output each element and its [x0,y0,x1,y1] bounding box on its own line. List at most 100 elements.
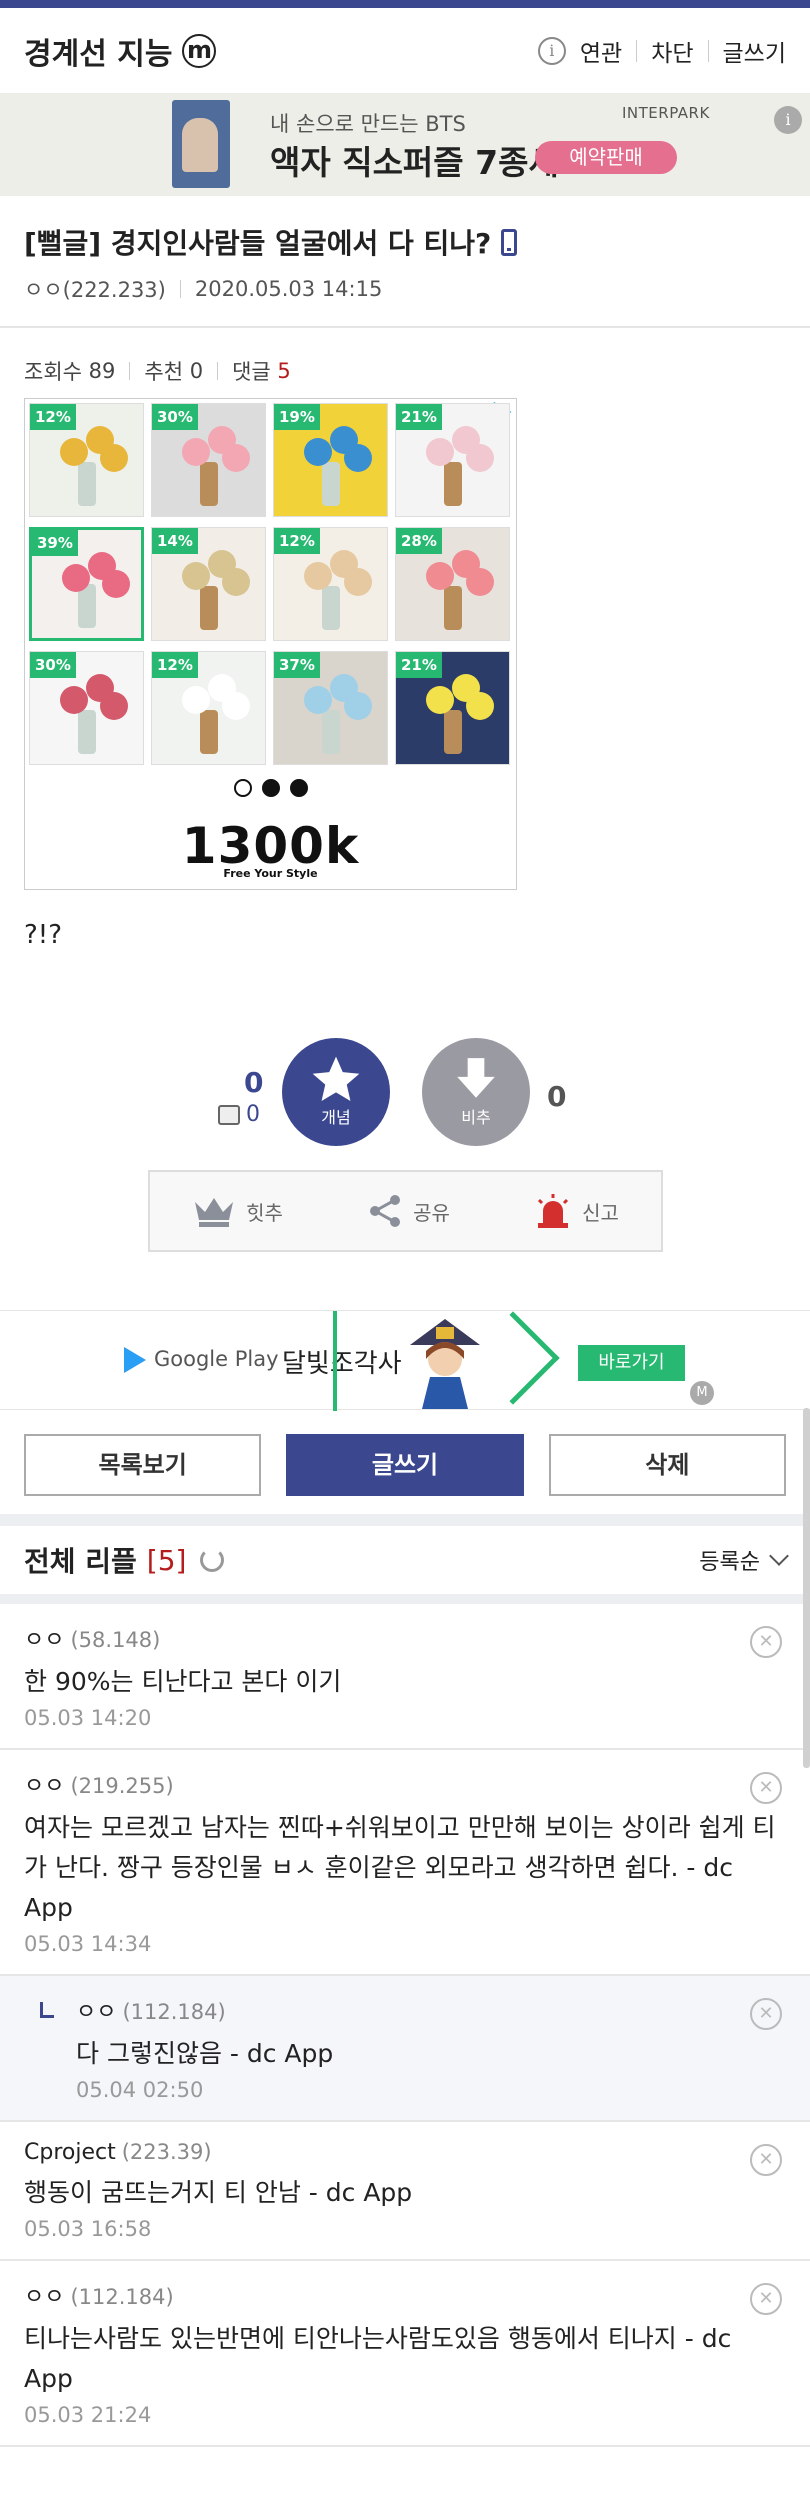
flower-image [62,564,90,592]
banner-preorder-button[interactable]: 예약판매 [535,141,677,174]
comment-nick[interactable]: ㅇㅇ [24,1628,64,1653]
discount-badge: 30% [152,404,198,430]
ad-product-tile[interactable]: 39% [29,527,144,641]
recommend-label: 추천 [144,360,184,384]
ad-product-tile[interactable]: 21% [395,403,510,517]
gallery-title[interactable]: 경계선 지능 m [24,29,217,73]
carousel-dot[interactable] [233,779,252,797]
comments-header: 전체 리플 [5] 등록순 [0,1526,810,1604]
ad-info-icon[interactable]: i [774,106,802,134]
delete-comment-icon[interactable]: ✕ [750,1626,782,1658]
ad-product-tile[interactable]: 21% [395,651,510,765]
info-icon[interactable]: i [537,36,566,65]
delete-comment-icon[interactable]: ✕ [750,1998,782,2030]
comments-label: 댓글 [232,360,271,384]
menu-block[interactable]: 차단 [651,34,693,68]
carousel-dot[interactable] [289,779,308,797]
comment-time: 05.03 16:58 [24,2217,152,2241]
downvote-button[interactable]: 비추 [422,1038,530,1146]
comment-nick[interactable]: Cproject [24,2140,116,2165]
comment-ip: (58.148) [70,1628,161,1652]
ad-product-tile[interactable]: 30% [29,651,144,765]
flower-image [182,562,210,590]
delete-comment-icon[interactable]: ✕ [750,2283,782,2315]
discount-badge: 12% [152,652,198,678]
game-ad-banner[interactable]: Google Play 달빛조각사 바로가기 M [0,1310,810,1411]
product-ad[interactable]: 12% 30% 19% 21% 39% 14% 12% 28% 30% 12% 37% 21% 130… [24,398,517,890]
product-image [443,586,462,630]
refresh-icon[interactable] [200,1548,225,1572]
hit-recommend-button[interactable]: 힛추 [192,1194,283,1228]
post-action-bar: 힛추 공유 신고 [148,1170,663,1252]
flower-image [426,438,454,466]
delete-comment-icon[interactable]: ✕ [750,1772,782,1804]
carousel-dot-active[interactable] [261,779,280,797]
stats-divider [129,362,131,380]
comment-text: 여자는 모르겠고 남자는 찐따+쉬워보이고 만만해 보이는 상이라 쉽게 티가 … [24,1813,776,1922]
post-meta: ㅇㅇ(222.233) 2020.05.03 14:15 [0,262,810,328]
flower-image [182,686,210,714]
top-ad-banner[interactable]: 내 손으로 만드는 BTS 액자 직소퍼즐 7종세트 예약판매 INTERPAR… [0,94,810,196]
sort-dropdown[interactable]: 등록순 [699,1544,789,1576]
product-image [77,462,96,506]
flower-image [60,686,88,714]
game-go-button[interactable]: 바로가기 [578,1345,685,1381]
puzzle-box-image [172,100,230,188]
gallery-header: 경계선 지능 m i 연관 차단 글쓰기 [0,8,810,94]
ad-product-tile[interactable]: 12% [29,403,144,517]
ad-product-tile[interactable]: 14% [151,527,266,641]
post-author[interactable]: ㅇㅇ(222.233) [24,274,166,304]
report-label: 신고 [582,1200,619,1225]
flower-image [182,438,210,466]
comment-nick[interactable]: ㅇㅇ [24,1774,64,1799]
flower-image [344,692,372,720]
flower-image [466,568,494,596]
banner-logo: INTERPARK [622,104,710,122]
comment-nick[interactable]: ㅇㅇ [76,2000,116,2025]
write-button[interactable]: 글쓰기 [286,1434,524,1496]
comment-ip: (112.184) [122,2000,226,2024]
chevron-down-icon [769,1546,789,1566]
google-play-text: Google Play [154,1347,279,1371]
comment-time: 05.04 02:50 [76,2078,204,2102]
ad-product-tile[interactable]: 19% [273,403,388,517]
ad-product-tile[interactable]: 37% [273,651,388,765]
comment-text: 한 90%는 티난다고 본다 이기 [24,1667,342,1696]
flower-image [102,570,130,598]
product-image [199,710,218,754]
comment-text: 티나는사람도 있는반면에 티안나는사람도있음 행동에서 티나지 - dc App [24,2324,732,2393]
views-count: 89 [88,359,116,383]
discount-badge: 21% [396,652,442,678]
menu-divider [707,39,709,62]
ad-product-tile[interactable]: 12% [151,651,266,765]
menu-write[interactable]: 글쓰기 [723,34,786,68]
discount-badge: 12% [274,528,320,554]
discount-badge: 28% [396,528,442,554]
post-title: [뻘글] 경지인사람들 얼굴에서 다 티나? [0,196,810,262]
recommend-count: 0 [189,359,204,383]
star-icon [312,1056,360,1101]
gallery-name[interactable]: 경계선 지능 [24,29,172,73]
post-stats: 조회수 89 추천 0 댓글 5 [0,328,810,386]
flower-image [100,692,128,720]
upvote-button[interactable]: 개념 [282,1038,390,1146]
delete-button[interactable]: 삭제 [548,1434,786,1496]
ad-product-tile[interactable]: 28% [395,527,510,641]
comments-total: [5] [146,1543,187,1577]
flower-image [60,438,88,466]
flower-image [304,562,332,590]
scrollbar[interactable] [803,1408,810,1768]
product-image [321,710,340,754]
list-button[interactable]: 목록보기 [24,1434,262,1496]
ad-product-tile[interactable]: 30% [151,403,266,517]
report-button[interactable]: 신고 [534,1193,619,1229]
comment-nick[interactable]: ㅇㅇ [24,2285,64,2310]
menu-related[interactable]: 연관 [580,34,622,68]
delete-comment-icon[interactable]: ✕ [750,2144,782,2176]
banner-line1: 내 손으로 만드는 BTS [270,112,466,136]
ad-tagline: Free Your Style [223,867,318,880]
share-button[interactable]: 공유 [367,1193,450,1229]
comment-text: 행동이 굼뜨는거지 티 안남 - dc App [24,2178,413,2207]
google-play-icon [124,1347,146,1373]
ad-product-tile[interactable]: 12% [273,527,388,641]
